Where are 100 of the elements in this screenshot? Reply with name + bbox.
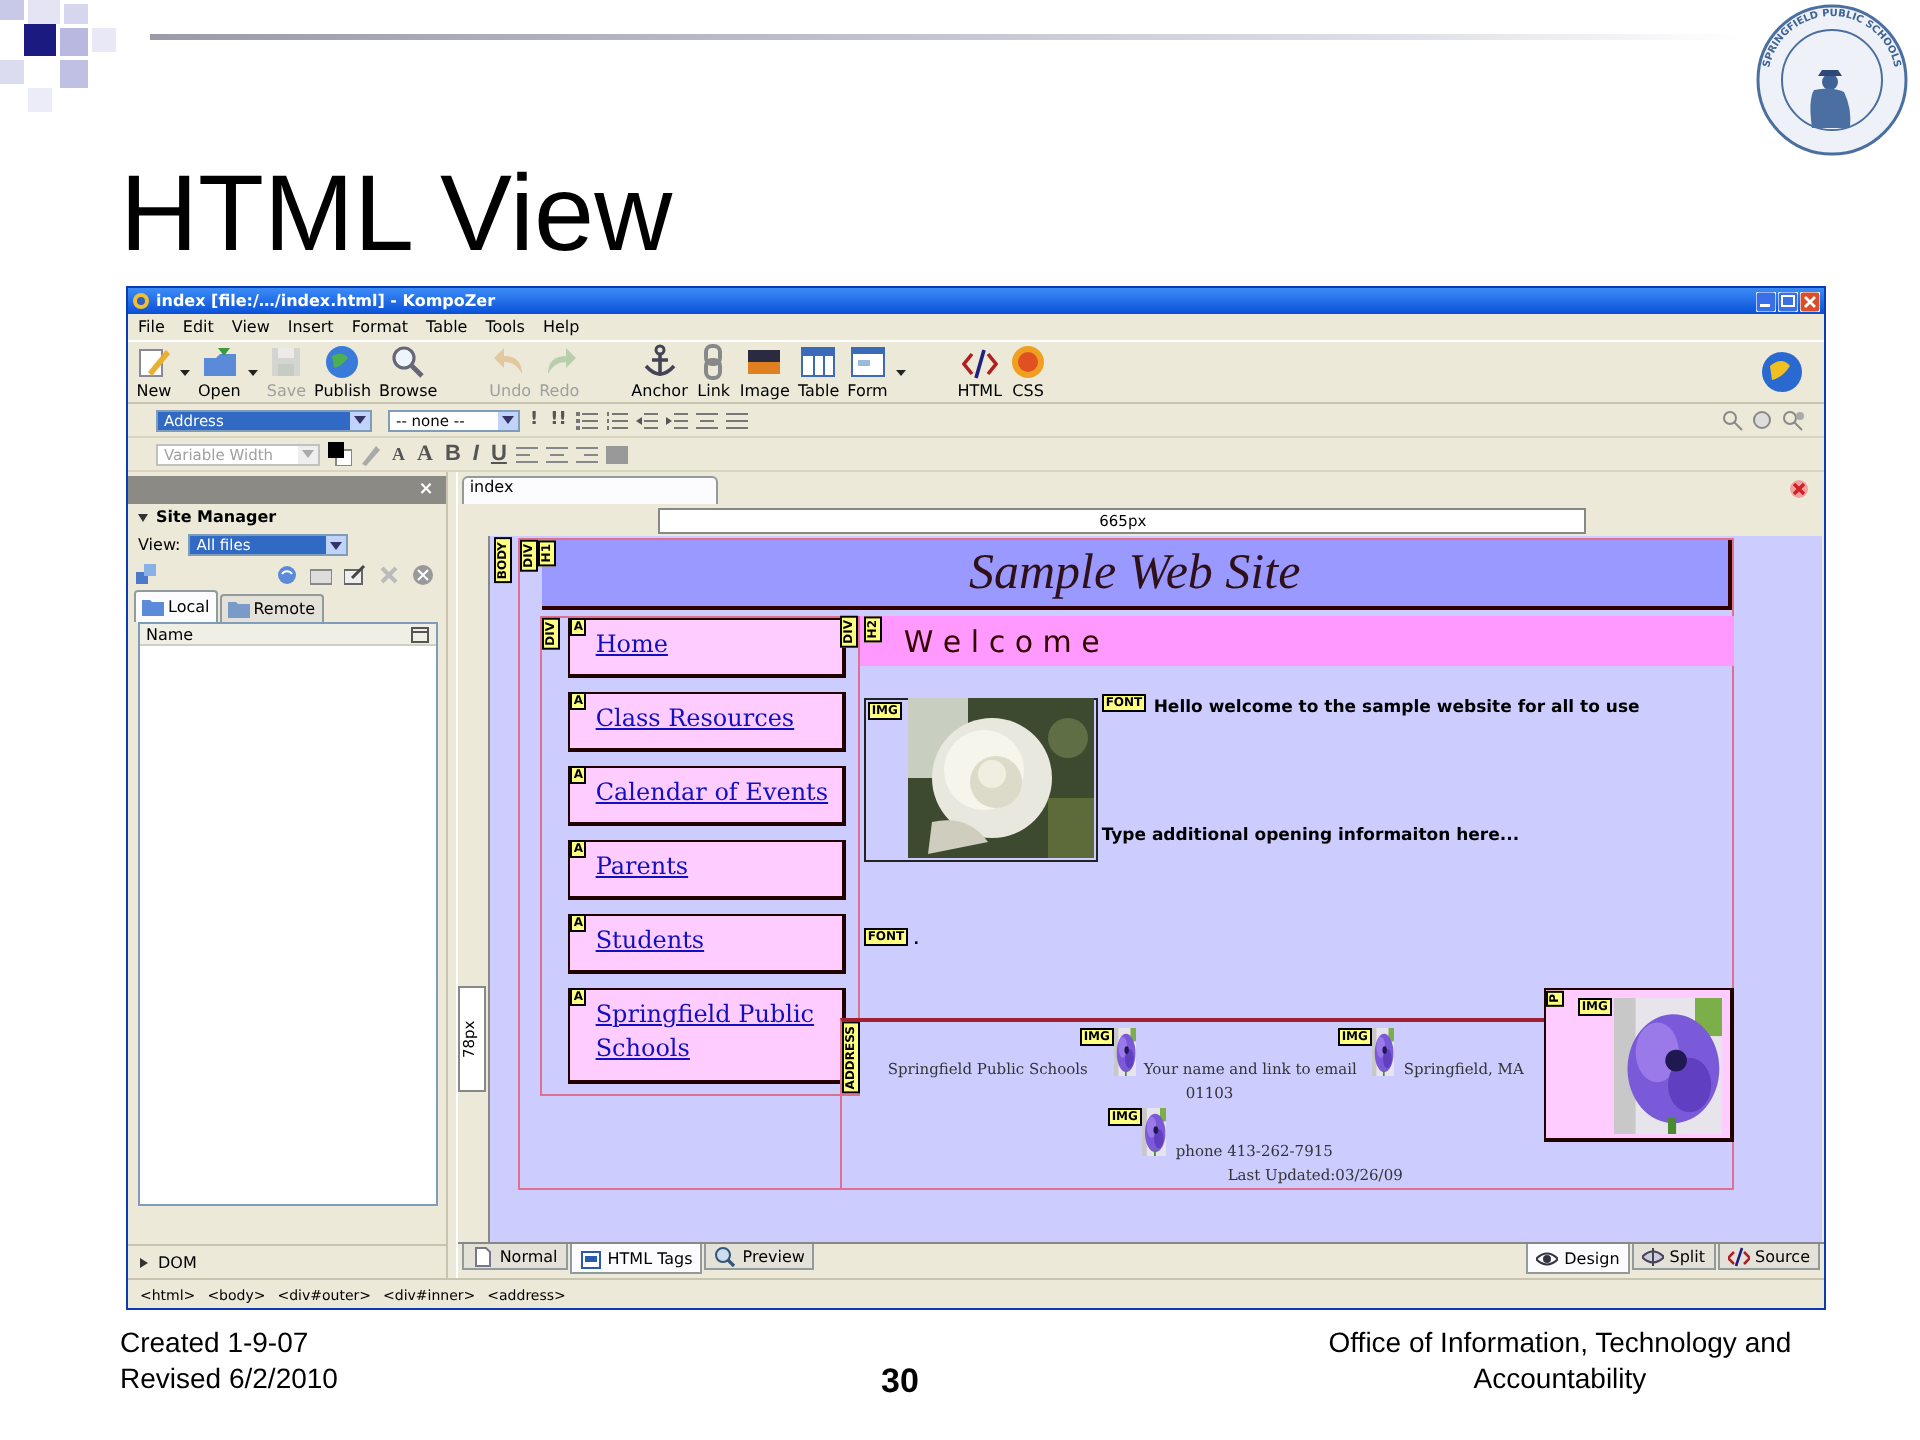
period-text: . [913, 928, 919, 948]
close-icon[interactable] [1790, 480, 1808, 498]
color-swatch-icon[interactable] [328, 442, 352, 466]
intro-text: Hello welcome to the sample website for all to use [1153, 698, 1640, 718]
mode-tab[interactable]: Split [1631, 1244, 1716, 1270]
column-picker-icon[interactable] [409, 623, 430, 645]
stop-icon[interactable] [411, 564, 434, 586]
slide-number: 30 [881, 1364, 919, 1400]
anchor-icon [641, 344, 678, 380]
welcome-heading: W e l c o m e [903, 623, 1100, 659]
table-button[interactable]: Table [793, 344, 844, 400]
view-tab[interactable]: Normal [461, 1244, 568, 1270]
panel-tab[interactable]: Remote [219, 594, 324, 622]
dropdown-arrow-icon[interactable] [330, 541, 343, 549]
tag-icon [579, 1247, 602, 1269]
menu-item[interactable]: Help [542, 318, 580, 336]
dropdown-arrow-icon[interactable] [895, 369, 906, 375]
html-button[interactable]: HTML [953, 344, 1007, 400]
globe-icon[interactable] [1760, 350, 1804, 394]
dropdown-arrow-icon[interactable] [354, 416, 366, 424]
text-style-button[interactable]: I [470, 442, 481, 466]
split-view-icon [1641, 1245, 1664, 1267]
emphasis-button[interactable]: !! [548, 410, 569, 430]
mode-tab[interactable]: Source [1717, 1244, 1820, 1270]
minimize-button[interactable] [1756, 291, 1776, 311]
dropdown-arrow-icon[interactable] [180, 369, 190, 375]
view-tab[interactable]: Preview [704, 1244, 815, 1270]
align-left-icon[interactable] [516, 443, 539, 465]
globe-icon [324, 344, 361, 380]
column-header[interactable]: Name [146, 625, 194, 643]
bulleted-list-icon[interactable] [576, 409, 599, 431]
font-size-button[interactable]: A [390, 444, 407, 464]
zoom-out-icon[interactable] [1722, 409, 1744, 431]
form-icon [849, 344, 886, 380]
panel-title: Site Manager [156, 508, 277, 526]
panel-title: DOM [158, 1253, 197, 1271]
close-button[interactable] [1800, 291, 1820, 311]
align-icon[interactable] [696, 409, 719, 431]
maximize-button[interactable] [1778, 291, 1798, 311]
figure-drawing [1810, 70, 1851, 128]
indent-icon[interactable] [666, 409, 689, 431]
dropdown-arrow-icon[interactable] [502, 416, 514, 424]
document-tab[interactable]: index [461, 476, 718, 504]
view-tab[interactable]: HTML Tags [569, 1244, 703, 1274]
menu-item[interactable]: Insert [287, 318, 334, 336]
revised-date: Revised 6/2/2010 [120, 1360, 340, 1396]
window-title: index [file:/…/index.html] - KompoZer [156, 292, 498, 310]
new-button[interactable]: New [132, 344, 176, 400]
table-icon [800, 344, 837, 380]
app-icon [132, 292, 150, 310]
align-center-icon[interactable] [546, 443, 569, 465]
magnifier-icon [390, 344, 427, 380]
emphasis-button[interactable]: ! [528, 410, 541, 430]
expand-arrow-icon[interactable] [140, 1257, 148, 1267]
browse-button[interactable]: Browse [375, 344, 442, 400]
anchor-button[interactable]: Anchor [627, 344, 692, 400]
nav-link[interactable]: Parents [595, 850, 836, 884]
menu-item[interactable]: File [138, 318, 165, 336]
nav-link[interactable]: Home [595, 628, 836, 662]
view-label: View: [138, 536, 181, 554]
collapse-arrow-icon[interactable] [138, 513, 148, 521]
menu-item[interactable]: Tools [485, 318, 525, 336]
text-style-button[interactable]: B [442, 442, 463, 466]
body-text: Type additional opening informaiton here... [1101, 826, 1520, 846]
menu-item[interactable]: Edit [182, 318, 214, 336]
office-name: Office of Information, Technology and Accountability [1326, 1324, 1794, 1396]
nav-link[interactable]: Calendar of Events [595, 776, 836, 810]
folder-icon [201, 344, 238, 380]
pencil-icon [136, 344, 172, 380]
folder-icon [142, 598, 164, 616]
mode-tab[interactable]: Design [1526, 1244, 1630, 1274]
magnifier-icon [714, 1245, 737, 1267]
menu-item[interactable]: View [231, 318, 270, 336]
code-tag-icon [1727, 1245, 1750, 1267]
page-icon [471, 1245, 494, 1267]
image-button[interactable]: Image [735, 344, 794, 400]
open-button[interactable]: Open [194, 344, 245, 400]
menu-item[interactable]: Table [426, 318, 468, 336]
dropdown-arrow-icon[interactable] [248, 369, 259, 375]
text-style-button[interactable]: U [488, 442, 509, 466]
align-right-icon[interactable] [576, 443, 599, 465]
panel-tab[interactable]: Local [134, 590, 218, 622]
link-button[interactable]: Link [691, 344, 736, 400]
zoom-in-icon[interactable] [1782, 409, 1804, 431]
nav-link[interactable]: Class Resources [595, 702, 836, 736]
nav-link[interactable]: Springfield Public Schools [595, 998, 836, 1066]
publish-button[interactable]: Publish [310, 344, 376, 400]
css-button[interactable]: CSS [1006, 344, 1051, 400]
outdent-icon[interactable] [636, 409, 659, 431]
slide-title: HTML View [118, 160, 673, 268]
sites-icon[interactable] [136, 564, 158, 586]
font-size-button[interactable]: A [415, 442, 435, 466]
css-badge-icon [1010, 344, 1047, 380]
refresh-icon[interactable] [275, 564, 298, 586]
code-tag-icon [961, 344, 998, 380]
menu-item[interactable]: Format [351, 318, 409, 336]
numbered-list-icon[interactable] [606, 409, 629, 431]
nav-link[interactable]: Students [595, 924, 836, 958]
edit-icon[interactable] [343, 564, 366, 586]
form-button[interactable]: Form [843, 344, 892, 400]
